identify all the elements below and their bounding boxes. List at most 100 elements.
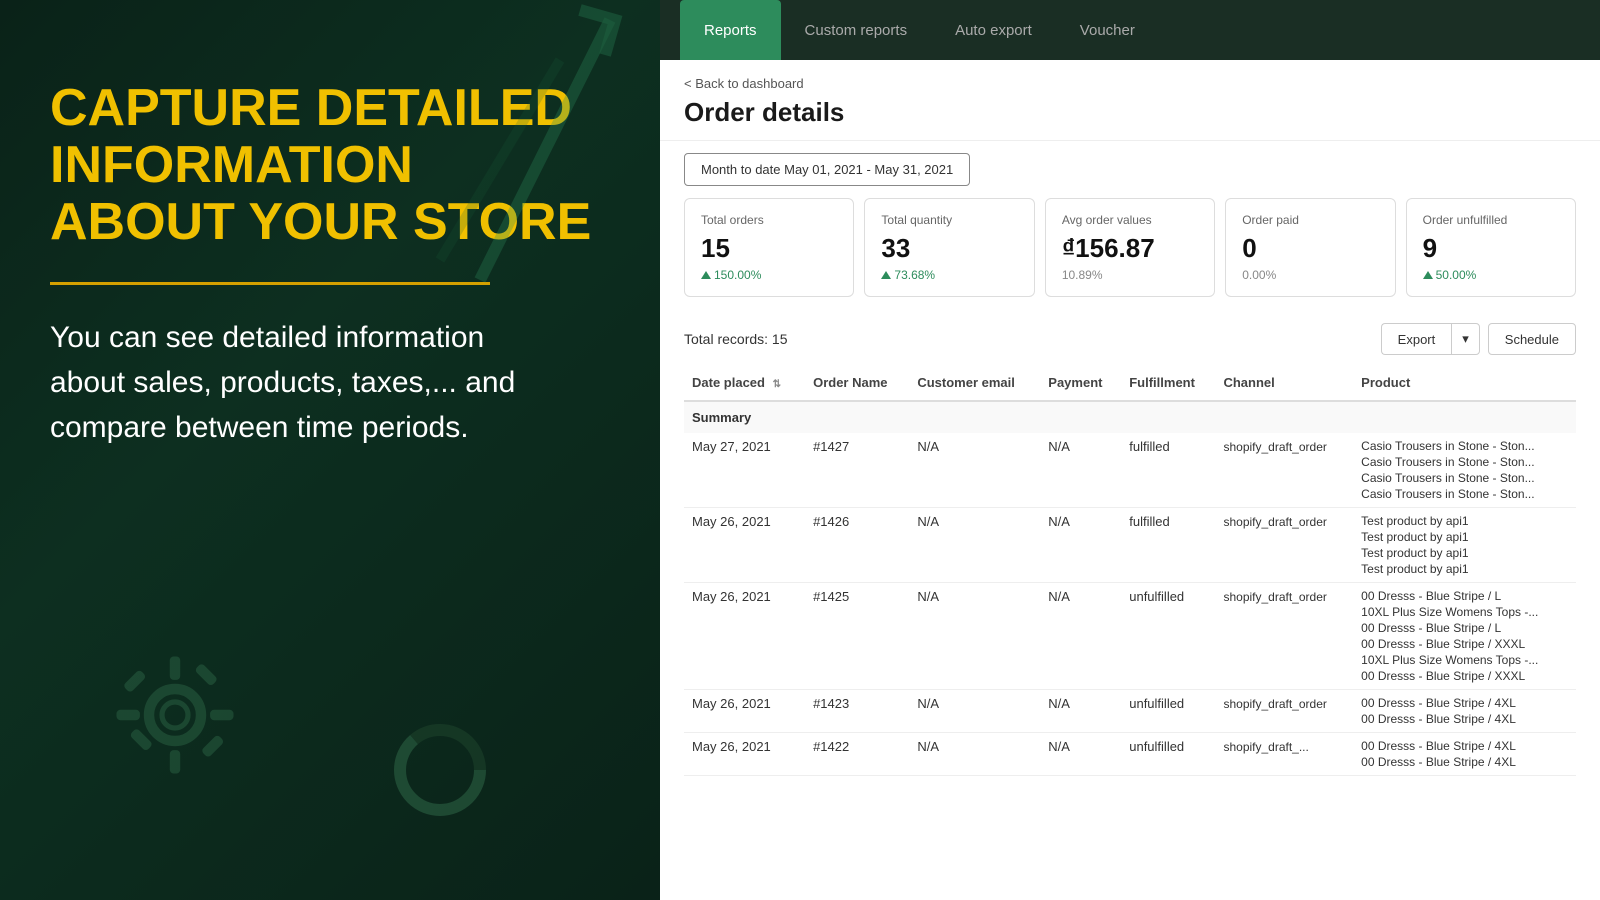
stats-row: Total orders 15 150.00% Total quantity 3… (660, 198, 1600, 313)
sort-icon: ⇅ (773, 379, 781, 390)
subtext: You can see detailed information about s… (50, 315, 550, 450)
cell-channel: shopify_draft_order (1215, 690, 1353, 733)
cell-date: May 27, 2021 (684, 433, 805, 508)
product-item: 00 Dresss - Blue Stripe / L (1361, 621, 1568, 635)
cell-date: May 26, 2021 (684, 508, 805, 583)
cell-fulfillment: fulfilled (1121, 433, 1215, 508)
stat-value-order-unfulfilled: 9 (1423, 233, 1559, 264)
cell-payment: N/A (1040, 508, 1121, 583)
cell-product: 00 Dresss - Blue Stripe / 4XL00 Dresss -… (1353, 733, 1576, 776)
stat-label-total-orders: Total orders (701, 213, 837, 227)
product-item: Casio Trousers in Stone - Ston... (1361, 455, 1568, 469)
tab-auto-export[interactable]: Auto export (931, 0, 1056, 60)
back-link[interactable]: < Back to dashboard (684, 76, 1576, 91)
product-item: 00 Dresss - Blue Stripe / XXXL (1361, 637, 1568, 651)
product-item: Test product by api1 (1361, 514, 1568, 528)
product-item: Casio Trousers in Stone - Ston... (1361, 439, 1568, 453)
col-customer-email: Customer email (909, 365, 1040, 401)
stat-card-avg-order: Avg order values ₫156.87 10.89% (1045, 198, 1215, 297)
col-fulfillment: Fulfillment (1121, 365, 1215, 401)
export-button[interactable]: Export (1381, 323, 1452, 355)
cell-payment: N/A (1040, 433, 1121, 508)
triangle-up-icon-2 (881, 271, 891, 279)
tab-custom-reports[interactable]: Custom reports (781, 0, 932, 60)
cell-fulfillment: fulfilled (1121, 508, 1215, 583)
cell-fulfillment: unfulfilled (1121, 583, 1215, 690)
cell-date: May 26, 2021 (684, 690, 805, 733)
tab-voucher[interactable]: Voucher (1056, 0, 1159, 60)
product-item: Casio Trousers in Stone - Ston... (1361, 487, 1568, 501)
left-panel: CAPTURE DETAILED INFORMATION ABOUT YOUR … (0, 0, 660, 900)
schedule-button[interactable]: Schedule (1488, 323, 1576, 355)
cell-date: May 26, 2021 (684, 733, 805, 776)
right-panel: Reports Custom reports Auto export Vouch… (660, 0, 1600, 900)
product-item: 00 Dresss - Blue Stripe / XXXL (1361, 669, 1568, 683)
cell-product: 00 Dresss - Blue Stripe / 4XL 00 Dresss -… (1353, 690, 1576, 733)
table-toolbar: Total records: 15 Export ▾ Schedule (684, 313, 1576, 365)
product-item: 00 Dresss - Blue Stripe / 4XL (1361, 712, 1568, 726)
product-item: Casio Trousers in Stone - Ston... (1361, 471, 1568, 485)
stat-card-order-paid: Order paid 0 0.00% (1225, 198, 1395, 297)
stat-value-total-quantity: 33 (881, 233, 1017, 264)
cell-payment: N/A (1040, 690, 1121, 733)
page-title: Order details (684, 97, 1576, 128)
cell-payment: N/A (1040, 733, 1121, 776)
product-item: Test product by api1 (1361, 546, 1568, 560)
col-product: Product (1353, 365, 1576, 401)
stat-change-avg-order: 10.89% (1062, 268, 1198, 282)
cell-channel: shopify_draft_order (1215, 433, 1353, 508)
cell-email: N/A (909, 433, 1040, 508)
stat-change-total-orders: 150.00% (701, 268, 837, 282)
date-filter-button[interactable]: Month to date May 01, 2021 - May 31, 202… (684, 153, 970, 186)
product-item: Test product by api1 (1361, 530, 1568, 544)
donut-chart-icon (390, 720, 490, 820)
col-channel: Channel (1215, 365, 1353, 401)
total-records-label: Total records: 15 (684, 331, 788, 347)
triangle-up-icon (701, 271, 711, 279)
col-order-name: Order Name (805, 365, 909, 401)
stat-label-total-quantity: Total quantity (881, 213, 1017, 227)
product-item: 10XL Plus Size Womens Tops -... (1361, 653, 1568, 667)
table-row: May 26, 2021 #1422 N/A N/A unfulfilled s… (684, 733, 1576, 776)
arrow-decoration-icon (430, 0, 630, 300)
cell-order-name: #1425 (805, 583, 909, 690)
cell-email: N/A (909, 583, 1040, 690)
cell-channel: shopify_draft_order (1215, 583, 1353, 690)
top-nav: Reports Custom reports Auto export Vouch… (660, 0, 1600, 60)
stat-change-total-quantity: 73.68% (881, 268, 1017, 282)
page-header: < Back to dashboard Order details (660, 60, 1600, 141)
summary-label: Summary (684, 401, 1576, 433)
stat-value-order-paid: 0 (1242, 233, 1378, 264)
tab-reports[interactable]: Reports (680, 0, 781, 60)
cell-date: May 26, 2021 (684, 583, 805, 690)
cell-email: N/A (909, 508, 1040, 583)
stat-card-total-quantity: Total quantity 33 73.68% (864, 198, 1034, 297)
product-item: 00 Dresss - Blue Stripe / 4XL (1361, 696, 1568, 710)
content-area: < Back to dashboard Order details Month … (660, 60, 1600, 900)
table-row: May 27, 2021 #1427 N/A N/A fulfilled sho… (684, 433, 1576, 508)
export-dropdown-button[interactable]: ▾ (1451, 323, 1480, 355)
stat-label-order-unfulfilled: Order unfulfilled (1423, 213, 1559, 227)
gear-large-icon (110, 650, 240, 780)
stat-value-total-orders: 15 (701, 233, 837, 264)
stat-change-order-unfulfilled: 50.00% (1423, 268, 1559, 282)
toolbar-buttons: Export ▾ Schedule (1381, 323, 1576, 355)
cell-email: N/A (909, 733, 1040, 776)
triangle-up-icon-3 (1423, 271, 1433, 279)
cell-fulfillment: unfulfilled (1121, 733, 1215, 776)
stat-card-total-orders: Total orders 15 150.00% (684, 198, 854, 297)
col-date-placed[interactable]: Date placed ⇅ (684, 365, 805, 401)
stat-change-order-paid: 0.00% (1242, 268, 1378, 282)
cell-product: Test product by api1 Test product by api1… (1353, 508, 1576, 583)
cell-product: Casio Trousers in Stone - Ston... Casio T… (1353, 433, 1576, 508)
divider (50, 282, 490, 285)
product-item: 00 Dresss - Blue Stripe / 4XL (1361, 739, 1568, 753)
stat-value-avg-order: ₫156.87 (1062, 233, 1198, 264)
cell-order-name: #1427 (805, 433, 909, 508)
table-row: May 26, 2021 #1423 N/A N/A unfulfilled s… (684, 690, 1576, 733)
product-item: Test product by api1 (1361, 562, 1568, 576)
cell-order-name: #1426 (805, 508, 909, 583)
cell-fulfillment: unfulfilled (1121, 690, 1215, 733)
stat-label-avg-order: Avg order values (1062, 213, 1198, 227)
table-row: May 26, 2021 #1426 N/A N/A fulfilled sho… (684, 508, 1576, 583)
